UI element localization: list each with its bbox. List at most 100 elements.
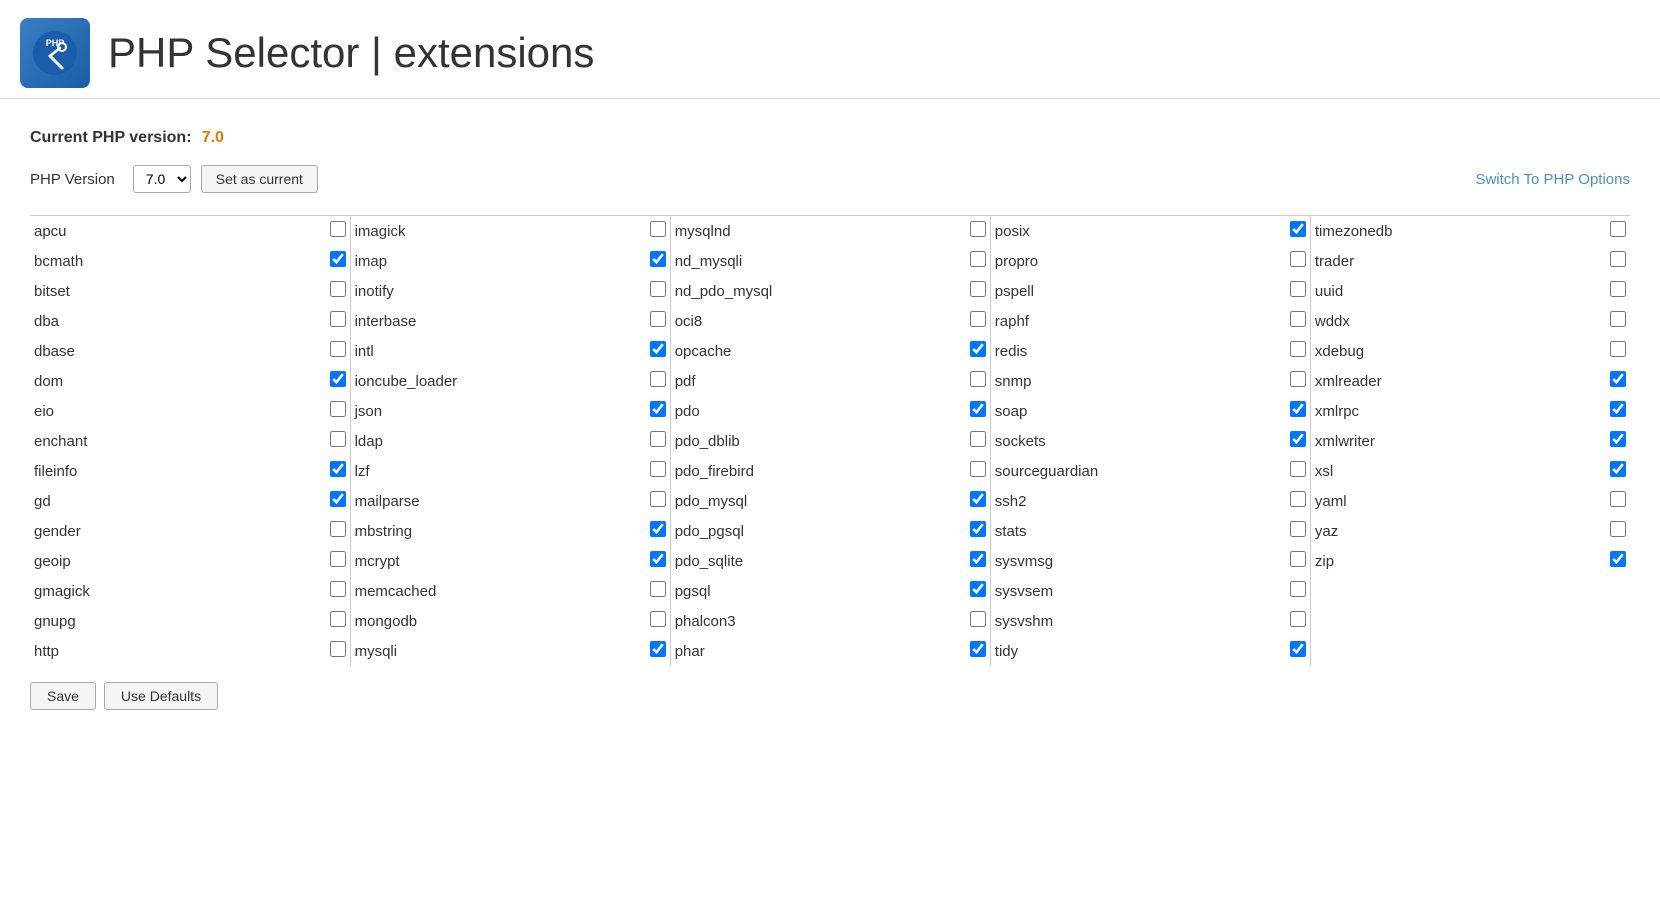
- extension-checkbox[interactable]: [330, 641, 346, 657]
- extension-checkbox-cell[interactable]: [966, 276, 991, 306]
- extension-checkbox-cell[interactable]: [326, 636, 351, 666]
- extension-checkbox-cell[interactable]: [646, 336, 671, 366]
- extension-checkbox[interactable]: [1610, 461, 1626, 477]
- extension-checkbox-cell[interactable]: [1606, 546, 1630, 576]
- extension-checkbox-cell[interactable]: [1606, 576, 1630, 606]
- extension-checkbox[interactable]: [650, 371, 666, 387]
- extension-checkbox-cell[interactable]: [966, 396, 991, 426]
- extension-checkbox-cell[interactable]: [966, 366, 991, 396]
- extension-checkbox[interactable]: [1290, 281, 1306, 297]
- extension-checkbox-cell[interactable]: [1286, 456, 1311, 486]
- extension-checkbox-cell[interactable]: [1606, 516, 1630, 546]
- extension-checkbox-cell[interactable]: [966, 246, 991, 276]
- set-current-button[interactable]: Set as current: [201, 165, 318, 193]
- extension-checkbox[interactable]: [650, 491, 666, 507]
- extension-checkbox-cell[interactable]: [646, 516, 671, 546]
- extension-checkbox[interactable]: [1290, 461, 1306, 477]
- extension-checkbox[interactable]: [970, 641, 986, 657]
- extension-checkbox-cell[interactable]: [1286, 576, 1311, 606]
- extension-checkbox[interactable]: [650, 581, 666, 597]
- extension-checkbox-cell[interactable]: [1606, 216, 1630, 247]
- extension-checkbox[interactable]: [330, 221, 346, 237]
- extension-checkbox[interactable]: [1290, 341, 1306, 357]
- extension-checkbox[interactable]: [650, 431, 666, 447]
- extension-checkbox-cell[interactable]: [1606, 486, 1630, 516]
- extension-checkbox-cell[interactable]: [1286, 516, 1311, 546]
- extension-checkbox[interactable]: [650, 221, 666, 237]
- extension-checkbox[interactable]: [330, 581, 346, 597]
- extension-checkbox[interactable]: [1290, 641, 1306, 657]
- extension-checkbox-cell[interactable]: [1286, 426, 1311, 456]
- extension-checkbox-cell[interactable]: [966, 576, 991, 606]
- extension-checkbox-cell[interactable]: [326, 246, 351, 276]
- extension-checkbox[interactable]: [970, 521, 986, 537]
- extension-checkbox[interactable]: [1610, 401, 1626, 417]
- extension-checkbox-cell[interactable]: [326, 576, 351, 606]
- extension-checkbox[interactable]: [330, 311, 346, 327]
- extension-checkbox[interactable]: [330, 401, 346, 417]
- extension-checkbox-cell[interactable]: [1606, 426, 1630, 456]
- extension-checkbox-cell[interactable]: [1606, 336, 1630, 366]
- extension-checkbox[interactable]: [970, 311, 986, 327]
- extension-checkbox[interactable]: [970, 251, 986, 267]
- extension-checkbox[interactable]: [330, 611, 346, 627]
- extension-checkbox-cell[interactable]: [646, 456, 671, 486]
- extension-checkbox[interactable]: [1290, 491, 1306, 507]
- extension-checkbox[interactable]: [330, 461, 346, 477]
- extension-checkbox-cell[interactable]: [326, 606, 351, 636]
- extension-checkbox-cell[interactable]: [966, 516, 991, 546]
- extension-checkbox[interactable]: [1610, 251, 1626, 267]
- extension-checkbox-cell[interactable]: [966, 636, 991, 666]
- extension-checkbox-cell[interactable]: [326, 306, 351, 336]
- extension-checkbox-cell[interactable]: [646, 396, 671, 426]
- extension-checkbox-cell[interactable]: [646, 306, 671, 336]
- extension-checkbox[interactable]: [1610, 281, 1626, 297]
- extension-checkbox-cell[interactable]: [646, 636, 671, 666]
- extension-checkbox-cell[interactable]: [966, 336, 991, 366]
- save-button[interactable]: Save: [30, 682, 96, 710]
- extension-checkbox[interactable]: [1290, 251, 1306, 267]
- extension-checkbox-cell[interactable]: [1286, 216, 1311, 247]
- use-defaults-button[interactable]: Use Defaults: [104, 682, 218, 710]
- extension-checkbox-cell[interactable]: [1286, 636, 1311, 666]
- extension-checkbox[interactable]: [1290, 311, 1306, 327]
- extension-checkbox-cell[interactable]: [966, 426, 991, 456]
- extension-checkbox-cell[interactable]: [1606, 606, 1630, 636]
- extension-checkbox-cell[interactable]: [326, 396, 351, 426]
- extension-checkbox[interactable]: [330, 491, 346, 507]
- extension-checkbox-cell[interactable]: [326, 216, 351, 247]
- extension-checkbox[interactable]: [330, 431, 346, 447]
- extension-checkbox-cell[interactable]: [326, 486, 351, 516]
- extension-checkbox[interactable]: [970, 341, 986, 357]
- extension-checkbox-cell[interactable]: [646, 486, 671, 516]
- extension-checkbox[interactable]: [970, 491, 986, 507]
- extension-checkbox[interactable]: [1610, 311, 1626, 327]
- extension-checkbox-cell[interactable]: [326, 366, 351, 396]
- extension-checkbox[interactable]: [1290, 401, 1306, 417]
- extension-checkbox-cell[interactable]: [646, 576, 671, 606]
- extension-checkbox-cell[interactable]: [1286, 486, 1311, 516]
- extension-checkbox-cell[interactable]: [646, 426, 671, 456]
- extension-checkbox-cell[interactable]: [966, 216, 991, 247]
- extension-checkbox-cell[interactable]: [326, 426, 351, 456]
- extension-checkbox-cell[interactable]: [646, 246, 671, 276]
- extension-checkbox-cell[interactable]: [326, 276, 351, 306]
- extension-checkbox-cell[interactable]: [646, 216, 671, 247]
- extension-checkbox[interactable]: [650, 251, 666, 267]
- extension-checkbox-cell[interactable]: [1286, 306, 1311, 336]
- extension-checkbox[interactable]: [330, 551, 346, 567]
- extension-checkbox[interactable]: [650, 461, 666, 477]
- extension-checkbox-cell[interactable]: [326, 546, 351, 576]
- extension-checkbox-cell[interactable]: [1286, 546, 1311, 576]
- extension-checkbox-cell[interactable]: [646, 606, 671, 636]
- extension-checkbox[interactable]: [1290, 521, 1306, 537]
- extension-checkbox-cell[interactable]: [1606, 456, 1630, 486]
- extension-checkbox[interactable]: [650, 551, 666, 567]
- extension-checkbox[interactable]: [1610, 431, 1626, 447]
- extension-checkbox[interactable]: [650, 341, 666, 357]
- extension-checkbox-cell[interactable]: [326, 336, 351, 366]
- extension-checkbox[interactable]: [970, 461, 986, 477]
- extension-checkbox-cell[interactable]: [1286, 276, 1311, 306]
- extension-checkbox[interactable]: [1610, 521, 1626, 537]
- extension-checkbox[interactable]: [1610, 221, 1626, 237]
